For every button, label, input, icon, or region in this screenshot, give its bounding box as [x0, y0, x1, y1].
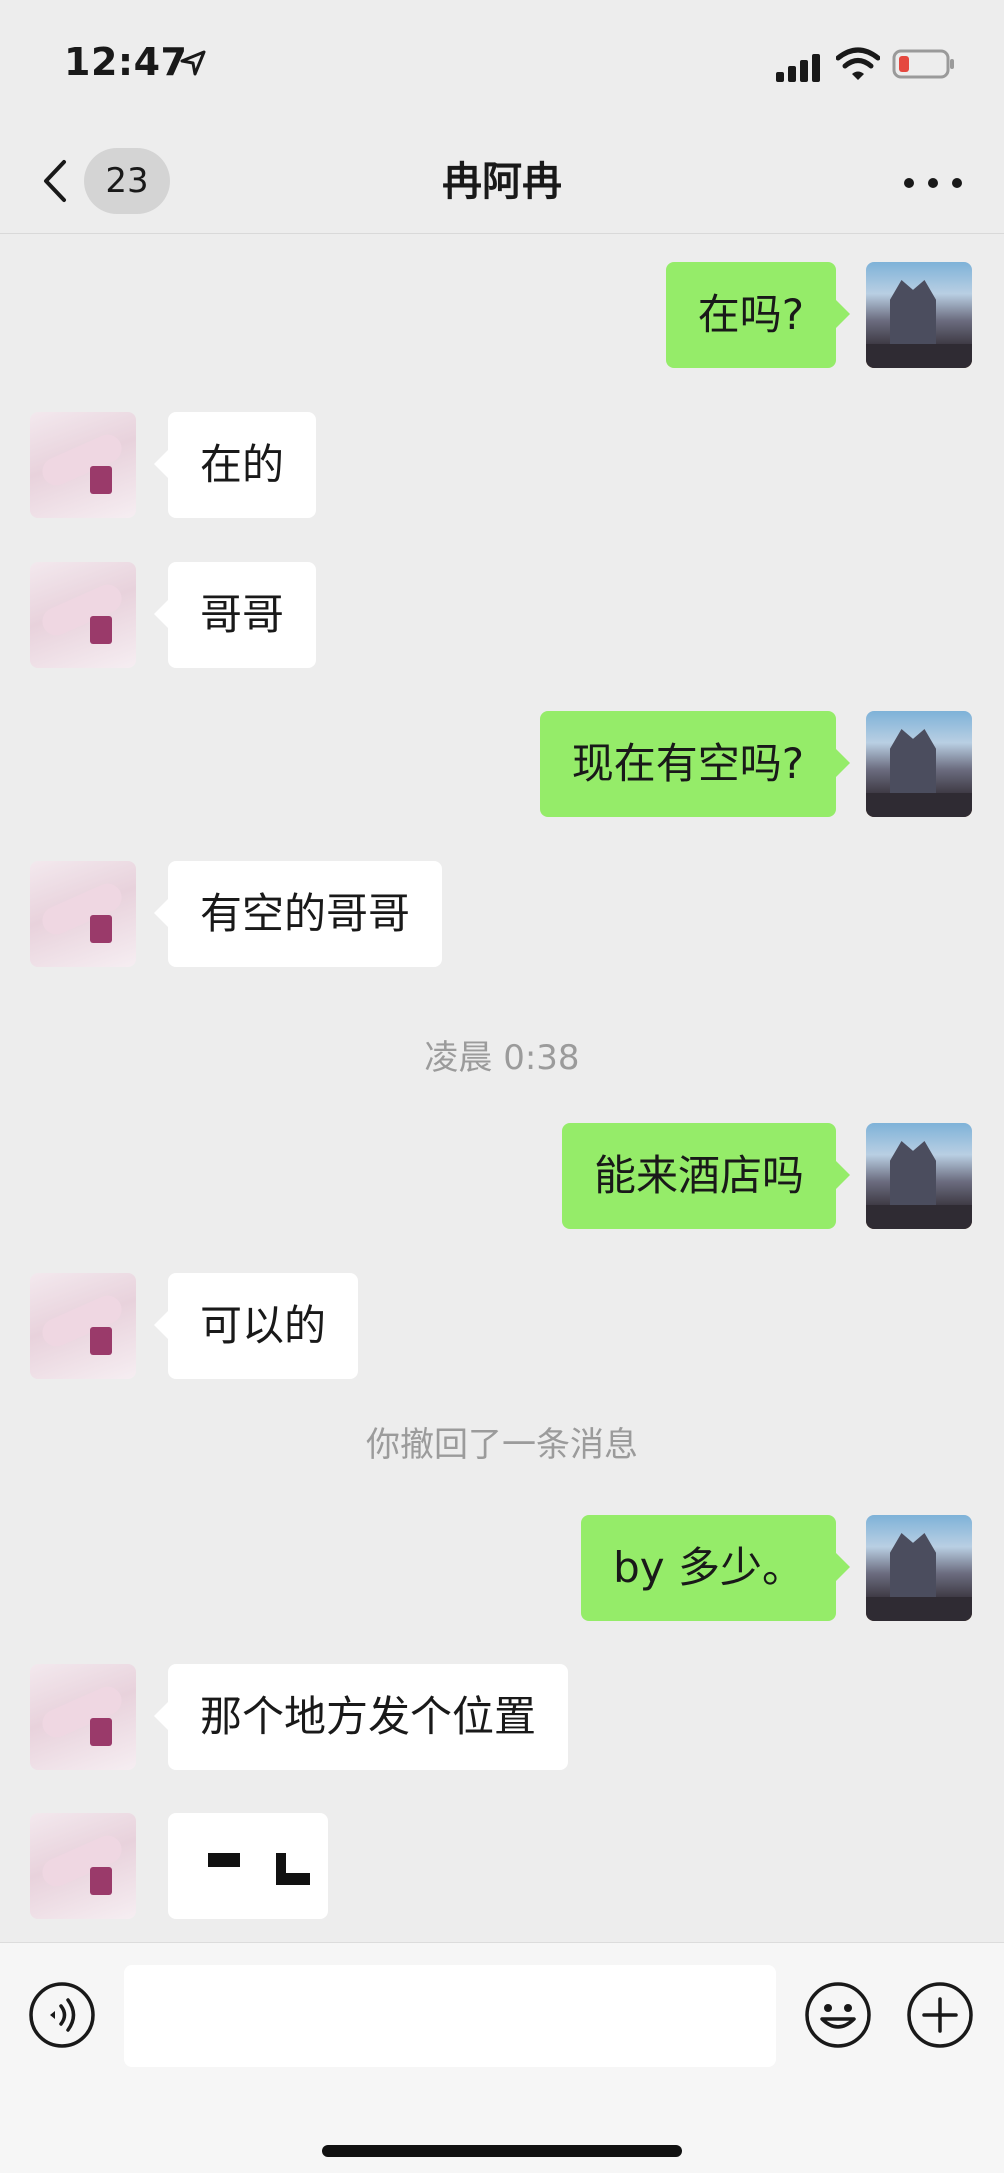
message-input[interactable] — [124, 1965, 776, 2067]
status-bar: 12:47 — [0, 0, 1004, 132]
plus-icon[interactable] — [906, 1981, 974, 2049]
sent-bubble[interactable]: 能来酒店吗 — [561, 1123, 851, 1229]
location-arrow-icon — [180, 50, 206, 76]
message-row-sent: by 多少。 — [0, 1515, 1004, 1621]
contact-avatar[interactable] — [30, 1273, 136, 1379]
more-dots-icon[interactable] — [900, 162, 966, 202]
chevron-left-icon — [44, 160, 66, 202]
pending-message-bubble[interactable] — [168, 1813, 328, 1919]
received-bubble[interactable]: 可以的 — [153, 1273, 359, 1379]
received-bubble[interactable]: 那个地方发个位置 — [153, 1664, 569, 1770]
my-avatar[interactable] — [866, 262, 972, 368]
pending-mark — [276, 1853, 310, 1885]
message-row-received: 那个地方发个位置 — [0, 1664, 1004, 1770]
message-row-sent: 在吗? — [0, 262, 1004, 368]
message-row-sent: 能来酒店吗 — [0, 1123, 1004, 1229]
timestamp-label: 凌晨 0:38 — [424, 1038, 580, 1078]
emoji-icon[interactable] — [804, 1981, 872, 2049]
received-bubble[interactable]: 哥哥 — [153, 562, 317, 668]
received-bubble[interactable]: 有空的哥哥 — [153, 861, 443, 967]
message-row-received: 可以的 — [0, 1273, 1004, 1379]
message-row-received: 哥哥 — [0, 562, 1004, 668]
back-button[interactable]: 23 — [36, 148, 170, 214]
sent-bubble[interactable]: 在吗? — [665, 262, 851, 368]
contact-avatar[interactable] — [30, 562, 136, 668]
pending-mark — [208, 1853, 240, 1867]
message-row-received: 有空的哥哥 — [0, 861, 1004, 967]
voice-icon[interactable] — [28, 1981, 96, 2049]
home-indicator — [322, 2145, 682, 2157]
battery-low-icon — [892, 49, 954, 79]
sent-bubble[interactable]: by 多少。 — [581, 1515, 850, 1621]
my-avatar[interactable] — [866, 1123, 972, 1229]
sent-bubble[interactable]: 现在有空吗? — [539, 711, 851, 817]
input-bar — [0, 1942, 1004, 2173]
my-avatar[interactable] — [866, 1515, 972, 1621]
status-time: 12:47 — [64, 40, 188, 84]
contact-avatar[interactable] — [30, 861, 136, 967]
contact-avatar[interactable] — [30, 412, 136, 518]
recall-notice: 你撤回了一条消息 — [366, 1425, 638, 1465]
cellular-signal-icon — [776, 54, 820, 82]
received-bubble[interactable]: 在的 — [153, 412, 317, 518]
chat-header: 23 冉阿冉 — [0, 132, 1004, 234]
contact-avatar[interactable] — [30, 1813, 136, 1919]
chat-title: 冉阿冉 — [442, 159, 562, 205]
contact-avatar[interactable] — [30, 1664, 136, 1770]
message-row-received: 在的 — [0, 412, 1004, 518]
message-row-sent: 现在有空吗? — [0, 711, 1004, 817]
wifi-icon — [836, 47, 880, 80]
my-avatar[interactable] — [866, 711, 972, 817]
unread-count-badge: 23 — [84, 148, 170, 214]
message-row-received — [0, 1813, 1004, 1919]
